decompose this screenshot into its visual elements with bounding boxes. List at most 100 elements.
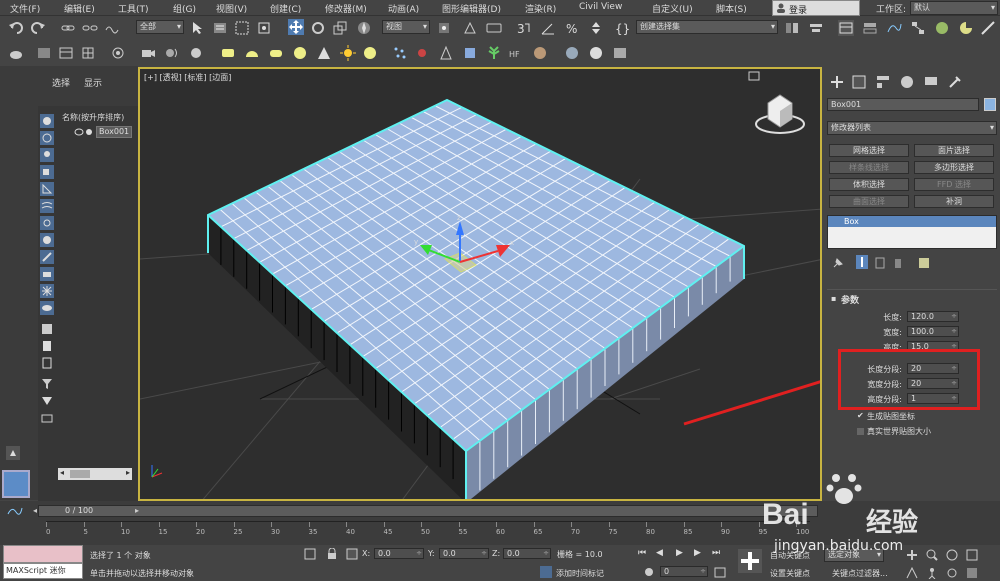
bone-filter-icon[interactable] — [40, 250, 54, 264]
set-key-button[interactable]: 设置关键点 — [770, 568, 810, 579]
mass-fx-icon[interactable] — [414, 45, 430, 61]
horizontal-scrollbar[interactable]: ◂ ▸ — [58, 468, 132, 480]
plane-icon[interactable] — [220, 45, 236, 61]
surface-select-button[interactable]: 曲面选择 — [829, 195, 909, 208]
ffd-select-button[interactable]: FFD 选择 — [914, 178, 994, 191]
sound-icon[interactable] — [164, 45, 180, 61]
bind-spacewarp-icon[interactable] — [104, 20, 120, 36]
maxscript-mini-input[interactable]: MAXScript 迷你 — [3, 563, 83, 579]
add-time-tag[interactable]: 添加时间标记 — [556, 568, 604, 579]
zoom-extents-icon[interactable] — [966, 549, 978, 561]
key-mode-icon[interactable] — [644, 567, 654, 577]
volume-select-button[interactable]: 体积选择 — [829, 178, 909, 191]
scene-item-box001[interactable]: Box001 — [96, 126, 132, 138]
selection-filter-dropdown[interactable]: 全部 — [136, 20, 184, 34]
mesh-select-button[interactable]: 网格选择 — [829, 144, 909, 157]
angle-snap-icon[interactable] — [540, 20, 556, 36]
shell-icon[interactable] — [532, 45, 548, 61]
selection-lock-icon[interactable] — [326, 548, 338, 560]
page-icon[interactable] — [40, 339, 54, 353]
z-coord-field[interactable]: 0.0 — [503, 548, 551, 559]
patch-select-button[interactable]: 面片选择 — [914, 144, 994, 157]
modifier-list-dropdown[interactable]: 修改器列表 — [827, 121, 997, 135]
current-frame-field[interactable]: 0 — [660, 566, 708, 577]
show-end-result-icon[interactable] — [856, 255, 868, 269]
hemisphere-icon[interactable] — [244, 45, 260, 61]
spacewarp-filter-icon[interactable] — [40, 199, 54, 213]
capsule-icon[interactable] — [268, 45, 284, 61]
camera-icon[interactable] — [140, 45, 156, 61]
object-color-swatch[interactable] — [984, 98, 996, 111]
y-coord-field[interactable]: 0.0 — [439, 548, 489, 559]
go-to-start-icon[interactable]: ⏮ — [638, 548, 646, 558]
menu-tools[interactable]: 工具(T) — [118, 2, 149, 15]
prev-frame-icon[interactable]: ◀ — [656, 548, 663, 558]
walk-through-icon[interactable] — [926, 567, 938, 579]
rollout-title[interactable]: 参数 — [841, 293, 859, 306]
menu-group[interactable]: 组(G) — [173, 2, 196, 15]
hair-fur-icon[interactable]: HF — [508, 45, 524, 61]
real-world-map-checkbox[interactable] — [857, 428, 864, 435]
particle-filter-icon[interactable] — [40, 284, 54, 298]
select-move-icon[interactable] — [288, 19, 304, 35]
container-filter-icon[interactable] — [40, 267, 54, 281]
menu-rendering[interactable]: 渲染(R) — [525, 2, 556, 15]
display-filter-icon[interactable] — [40, 301, 54, 315]
pan-icon[interactable] — [906, 549, 918, 561]
align-icon[interactable] — [808, 20, 824, 36]
selected-objects-dropdown[interactable]: 选定对象 — [824, 548, 884, 562]
menu-graph-editors[interactable]: 图形编辑器(D) — [442, 2, 501, 15]
xref-filter-icon[interactable] — [40, 233, 54, 247]
key-filters-button[interactable]: 关键点过滤器... — [832, 568, 888, 579]
menu-modifiers[interactable]: 修改器(M) — [325, 2, 367, 15]
perspective-viewport[interactable]: [+] [透视] [标准] [边面] z y x — [138, 67, 822, 501]
render-frame-icon[interactable] — [612, 45, 628, 61]
workspace-dropdown[interactable]: 默认 — [910, 1, 998, 15]
menu-file[interactable]: 文件(F) — [10, 2, 40, 15]
spline-select-button[interactable]: 样条线选择 — [829, 161, 909, 174]
camera-filter-icon[interactable] — [40, 165, 54, 179]
render-icon[interactable] — [980, 20, 996, 36]
rotate-icon[interactable] — [310, 20, 326, 36]
menu-civil-view[interactable]: Civil View — [579, 2, 622, 12]
configure-sets-icon[interactable] — [918, 257, 930, 269]
maximize-viewport-icon[interactable] — [966, 567, 978, 579]
window-crossing-icon[interactable] — [256, 20, 272, 36]
geometry-filter-icon[interactable] — [40, 114, 54, 128]
arc-rotate-icon[interactable] — [946, 567, 958, 579]
object-name-field[interactable]: Box001 — [827, 98, 979, 111]
tab-select[interactable]: 选择 — [52, 76, 70, 89]
cap-holes-button[interactable]: 补洞 — [914, 195, 994, 208]
field-of-view-icon[interactable] — [906, 567, 918, 579]
list-view-icon[interactable] — [40, 322, 54, 336]
disc-icon[interactable] — [362, 45, 378, 61]
helper-filter-icon[interactable] — [40, 182, 54, 196]
length-spinner[interactable]: 120.0 — [907, 311, 959, 322]
scroll-left-icon[interactable]: ◂ — [60, 468, 64, 477]
width-spinner[interactable]: 100.0 — [907, 326, 959, 337]
time-slider-left-icon[interactable]: ◂ — [33, 506, 37, 515]
hierarchy-tab-icon[interactable] — [876, 75, 890, 89]
time-config-icon[interactable] — [714, 566, 726, 578]
time-slider[interactable]: ◂ 0 / 100 ▸ — [33, 505, 818, 517]
undo-icon[interactable] — [8, 20, 24, 36]
teapot-icon[interactable] — [8, 45, 24, 61]
menu-view[interactable]: 视图(V) — [216, 2, 247, 15]
create-tab-icon[interactable] — [830, 75, 844, 89]
mirror-icon[interactable] — [784, 20, 800, 36]
placement-icon[interactable] — [356, 20, 372, 36]
track-bar[interactable]: 0 5 10 15 20 25 30 35 40 45 50 55 60 65 70 75 80 85 90 95 10… — [46, 521, 810, 541]
cone-icon[interactable] — [316, 45, 332, 61]
curve-editor-icon[interactable] — [886, 20, 902, 36]
collapse-rollout-icon[interactable]: ▪ — [831, 294, 836, 303]
visibility-icon[interactable] — [74, 127, 94, 137]
expand-arrow-icon[interactable] — [6, 446, 20, 460]
filter-down-icon[interactable] — [40, 394, 54, 408]
make-unique-icon[interactable] — [874, 257, 886, 269]
render-setup-icon[interactable] — [958, 20, 974, 36]
material-sphere-icon[interactable] — [564, 45, 580, 61]
light-icon[interactable] — [188, 45, 204, 61]
link-icon[interactable] — [60, 20, 76, 36]
motion-tab-icon[interactable] — [900, 75, 914, 89]
orbit-icon[interactable] — [946, 549, 958, 561]
